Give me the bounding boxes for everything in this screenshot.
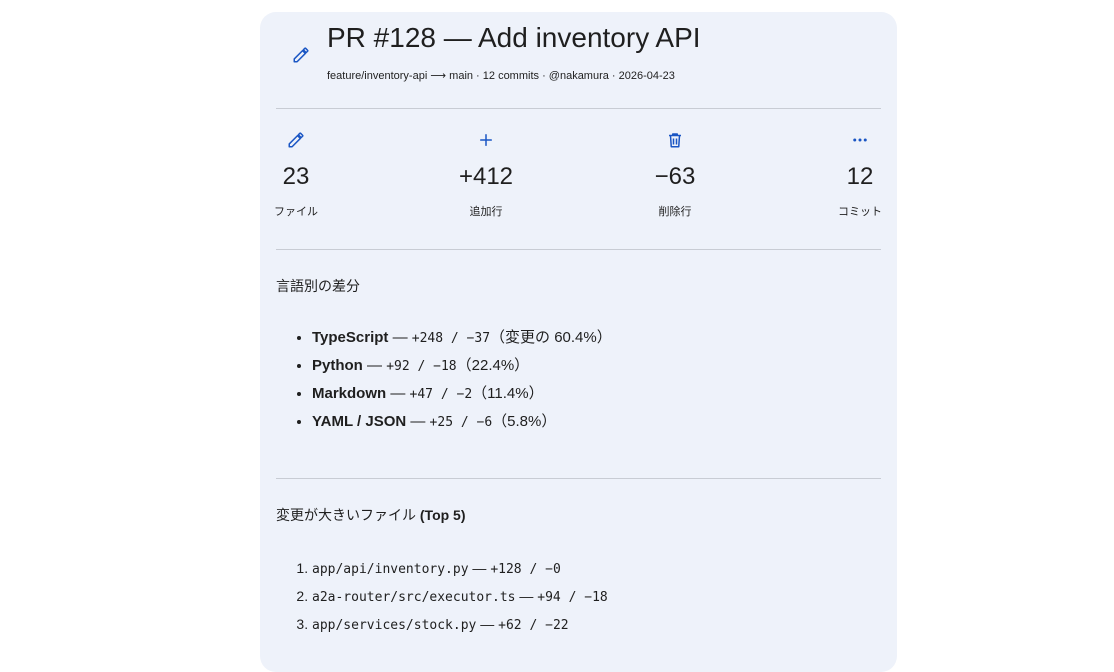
list-item: app/api/inventory.py — +128 / −0 <box>312 555 881 583</box>
stat-label: ファイル <box>274 206 318 218</box>
line-diff: +94 / −18 <box>537 590 608 605</box>
line-diff: +248 / −37 <box>411 331 491 346</box>
pr-summary-card: PR #128 — Add inventory API feature/inve… <box>260 12 897 672</box>
list-item: app/services/stock.py — +62 / −22 <box>312 611 881 639</box>
stat-value: 23 <box>282 163 310 190</box>
line-diff: +47 / −2 <box>409 387 473 402</box>
file-path[interactable]: a2a-router/src/executor.ts <box>312 590 516 605</box>
separator: — <box>406 413 430 430</box>
stat-label: コミット <box>838 206 882 218</box>
stat-additions: +412 追加行 <box>446 131 526 219</box>
section-title-suffix: (Top 5) <box>419 507 466 523</box>
language-name: TypeScript <box>312 329 389 346</box>
stats-row: 23 ファイル +412 追加行 −63 削除行 12 コミット <box>274 109 882 249</box>
line-diff: +62 / −22 <box>498 618 569 633</box>
stat-value: −63 <box>654 163 696 190</box>
edit-icon[interactable] <box>292 46 310 64</box>
stat-label: 追加行 <box>469 206 503 218</box>
list-item: Python — +92 / −18（22.4%） <box>312 352 881 380</box>
separator: — <box>388 329 412 346</box>
pencil-icon <box>287 131 305 149</box>
list-item: a2a-router/src/executor.ts — +94 / −18 <box>312 583 881 611</box>
stat-files: 23 ファイル <box>256 131 336 219</box>
top-files-section: 変更が大きいファイル (Top 5) app/api/inventory.py … <box>276 479 881 639</box>
line-diff: +92 / −18 <box>386 359 457 374</box>
plus-icon <box>477 131 495 149</box>
list-item: TypeScript — +248 / −37（変更の 60.4%） <box>312 324 881 352</box>
separator: — <box>386 385 410 402</box>
language-name: YAML / JSON <box>312 413 407 430</box>
separator: — <box>362 357 387 374</box>
file-list: app/api/inventory.py — +128 / −0 a2a-rou… <box>276 555 881 639</box>
language-list: TypeScript — +248 / −37（変更の 60.4%） Pytho… <box>276 324 881 436</box>
page-title: PR #128 — Add inventory API <box>327 22 701 53</box>
trash-icon <box>666 131 684 149</box>
language-name: Python <box>312 357 363 374</box>
stat-value: +412 <box>458 163 514 190</box>
list-item: Markdown — +47 / −2（11.4%） <box>312 380 881 408</box>
file-path[interactable]: app/api/inventory.py <box>312 562 469 577</box>
language-name: Markdown <box>312 385 387 402</box>
share-note: （変更の 60.4%） <box>490 329 612 346</box>
stat-commits: 12 コミット <box>820 131 900 219</box>
more-horizontal-icon <box>851 131 869 149</box>
line-diff: +128 / −0 <box>490 562 561 577</box>
separator: — <box>515 588 538 604</box>
pr-header: PR #128 — Add inventory API feature/inve… <box>276 12 881 108</box>
share-note: （11.4%） <box>472 385 544 402</box>
separator: — <box>468 560 491 576</box>
pr-meta: feature/inventory-api ⟶ main · 12 commit… <box>327 70 675 82</box>
stat-value: 12 <box>846 163 874 190</box>
separator: — <box>476 616 499 632</box>
section-title: 言語別の差分 <box>276 278 360 294</box>
share-note: （22.4%） <box>456 357 530 374</box>
section-title-text: 変更が大きいファイル <box>276 507 416 523</box>
stat-label: 削除行 <box>658 206 692 218</box>
list-item: YAML / JSON — +25 / −6（5.8%） <box>312 408 881 436</box>
file-path[interactable]: app/services/stock.py <box>312 618 476 633</box>
stat-deletions: −63 削除行 <box>635 131 715 219</box>
section-title: 変更が大きいファイル (Top 5) <box>276 479 881 525</box>
line-diff: +25 / −6 <box>429 415 493 430</box>
language-diff-section: 言語別の差分 TypeScript — +248 / −37（変更の 60.4%… <box>276 250 881 478</box>
share-note: （5.8%） <box>492 413 557 430</box>
